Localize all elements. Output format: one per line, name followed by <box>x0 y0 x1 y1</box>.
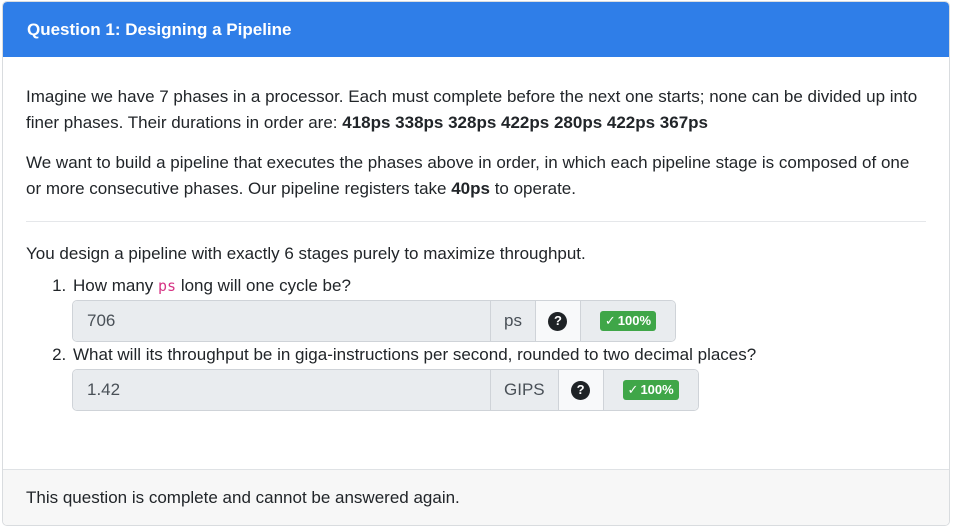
unit-label-2: GIPS <box>491 370 559 410</box>
question-title: Question 1: Designing a Pipeline <box>3 2 949 57</box>
score-value-2: 100% <box>640 382 674 397</box>
answer-group-1: 706 ps ? ✓ 100% <box>72 300 676 342</box>
help-button-1[interactable]: ? <box>535 301 581 341</box>
score-value-1: 100% <box>617 313 652 328</box>
question-1-suffix: long will one cycle be? <box>176 276 351 295</box>
intro-paragraph: Imagine we have 7 phases in a processor.… <box>26 84 926 136</box>
design-paragraph: You design a pipeline with exactly 6 sta… <box>26 244 586 263</box>
question-list: How many ps long will one cycle be? 706 … <box>26 273 926 411</box>
answer-field-2[interactable]: 1.42 <box>73 370 491 410</box>
score-cell-1: ✓ 100% <box>580 301 675 341</box>
register-time: 40ps <box>451 179 490 198</box>
help-button-2[interactable]: ? <box>558 370 604 410</box>
score-badge-1: ✓ 100% <box>599 311 657 331</box>
question-mark-icon[interactable]: ? <box>548 311 568 331</box>
question-2-text: What will its throughput be in giga-inst… <box>73 345 757 364</box>
question-card: Question 1: Designing a Pipeline Imagine… <box>2 1 950 526</box>
durations-list: 418ps 338ps 328ps 422ps 280ps 422ps 367p… <box>342 113 709 132</box>
question-1-code: ps <box>158 277 177 295</box>
pipeline-text-2: to operate. <box>489 179 576 198</box>
question-mark-icon[interactable]: ? <box>571 380 591 400</box>
checkmark-icon: ✓ <box>627 382 639 397</box>
question-1-prefix: How many <box>73 276 159 295</box>
question-item-2: What will its throughput be in giga-inst… <box>71 342 926 411</box>
unit-label-1: ps <box>491 301 536 341</box>
checkmark-icon: ✓ <box>604 313 616 328</box>
question-body: Imagine we have 7 phases in a processor.… <box>3 84 949 411</box>
divider <box>26 221 926 222</box>
question-item-1: How many ps long will one cycle be? 706 … <box>71 273 926 342</box>
answer-group-2: 1.42 GIPS ? ✓ 100% <box>72 369 699 411</box>
completion-footer: This question is complete and cannot be … <box>3 469 949 525</box>
score-badge-2: ✓ 100% <box>622 380 679 400</box>
score-cell-2: ✓ 100% <box>603 370 698 410</box>
answer-field-1[interactable]: 706 <box>73 301 491 341</box>
pipeline-paragraph: We want to build a pipeline that execute… <box>26 150 926 202</box>
